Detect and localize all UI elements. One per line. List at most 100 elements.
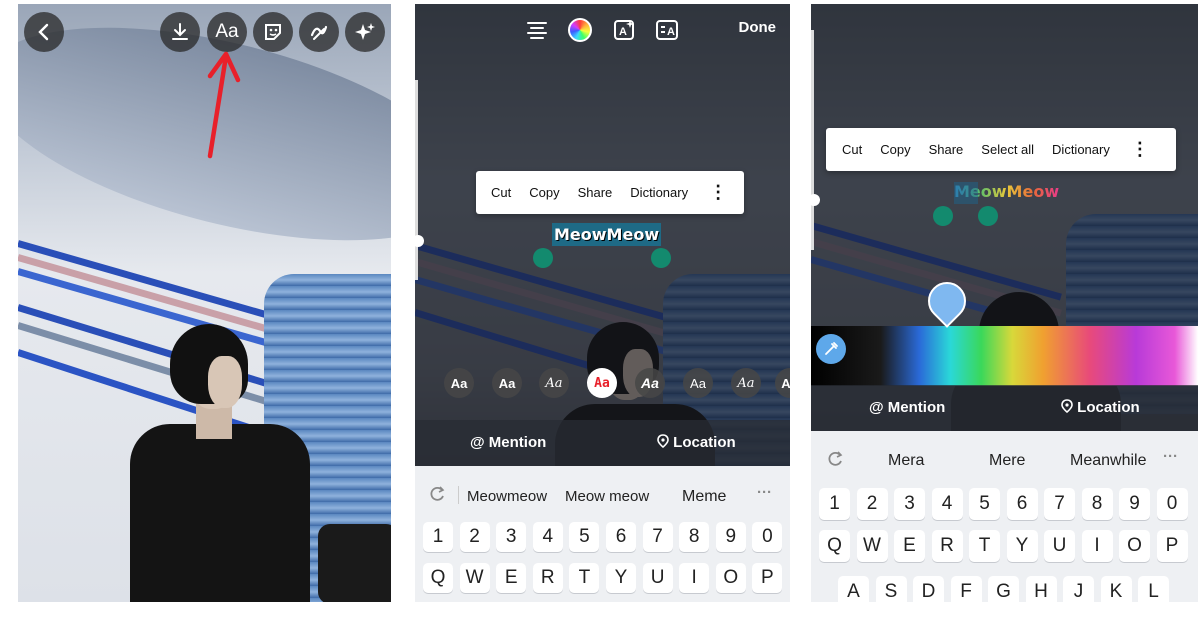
- keyboard-key[interactable]: 9: [1119, 488, 1150, 520]
- selection-handle-left[interactable]: [933, 206, 953, 226]
- keyboard-key[interactable]: U: [1044, 530, 1075, 562]
- selection-handle-right[interactable]: [651, 248, 671, 268]
- suggestion-item[interactable]: Meowmeow: [467, 488, 547, 505]
- dictionary-menu-item[interactable]: Dictionary: [1043, 142, 1119, 157]
- keyboard-key[interactable]: A: [838, 576, 869, 602]
- keyboard-key[interactable]: 7: [1044, 488, 1075, 520]
- keyboard-key[interactable]: F: [950, 576, 982, 602]
- keyboard-key[interactable]: D: [913, 576, 944, 602]
- color-wheel-icon[interactable]: [568, 18, 592, 42]
- color-gradient-slider[interactable]: [811, 326, 1198, 386]
- draw-button[interactable]: [299, 12, 339, 52]
- keyboard-key[interactable]: 3: [496, 522, 527, 552]
- keyboard-key[interactable]: P: [752, 563, 783, 593]
- keyboard-key[interactable]: T: [969, 530, 1000, 562]
- mention-button[interactable]: @ Mention: [869, 399, 945, 416]
- keyboard-key[interactable]: I: [679, 563, 710, 593]
- keyboard-key[interactable]: O: [1119, 530, 1150, 562]
- copy-menu-item[interactable]: Copy: [520, 185, 568, 200]
- eyedropper-button[interactable]: [816, 334, 846, 364]
- keyboard-key[interactable]: 4: [931, 488, 963, 520]
- keyboard-key[interactable]: U: [642, 563, 673, 593]
- keyboard-key[interactable]: 5: [969, 488, 1000, 520]
- text-size-slider[interactable]: [811, 30, 814, 250]
- share-menu-item[interactable]: Share: [569, 185, 622, 200]
- rotate-clipboard-icon[interactable]: [825, 449, 845, 469]
- keyboard-key[interactable]: Q: [423, 563, 453, 593]
- font-option[interactable]: Aa: [635, 368, 665, 398]
- sticker-button[interactable]: [253, 12, 293, 52]
- keyboard-key[interactable]: T: [569, 563, 600, 593]
- font-option[interactable]: Aa: [683, 368, 713, 398]
- keyboard-key[interactable]: Y: [1006, 530, 1038, 562]
- font-option[interactable]: Aa: [539, 368, 569, 398]
- copy-menu-item[interactable]: Copy: [871, 142, 919, 157]
- suggestion-item[interactable]: Meow meow: [565, 488, 649, 505]
- suggestion-item[interactable]: Meanwhile: [1070, 452, 1146, 470]
- keyboard-key[interactable]: S: [875, 576, 907, 602]
- keyboard-key[interactable]: G: [988, 576, 1019, 602]
- keyboard-key[interactable]: 1: [423, 522, 453, 552]
- font-option[interactable]: Aa: [444, 368, 474, 398]
- rotate-clipboard-icon[interactable]: [427, 484, 447, 504]
- keyboard-key[interactable]: O: [715, 563, 746, 593]
- text-animation-icon[interactable]: A: [655, 18, 679, 42]
- keyboard-key[interactable]: 6: [1006, 488, 1038, 520]
- keyboard-key[interactable]: K: [1100, 576, 1132, 602]
- keyboard-key[interactable]: 8: [1081, 488, 1113, 520]
- keyboard-key[interactable]: W: [856, 530, 888, 562]
- location-button[interactable]: Location: [657, 434, 736, 451]
- keyboard-key[interactable]: W: [459, 563, 490, 593]
- text-effect-icon[interactable]: A: [613, 18, 637, 42]
- font-option-selected[interactable]: Aa: [587, 368, 617, 398]
- keyboard-key[interactable]: 0: [1156, 488, 1188, 520]
- keyboard-key[interactable]: 2: [856, 488, 888, 520]
- keyboard-key[interactable]: H: [1025, 576, 1057, 602]
- suggestion-item[interactable]: Mere: [989, 452, 1025, 470]
- selection-handle-left[interactable]: [533, 248, 553, 268]
- keyboard-key[interactable]: 5: [569, 522, 600, 552]
- location-button[interactable]: Location: [1061, 399, 1140, 416]
- align-center-icon[interactable]: [525, 18, 549, 42]
- mention-button[interactable]: @ Mention: [470, 434, 546, 451]
- keyboard-key[interactable]: 4: [532, 522, 563, 552]
- text-size-slider[interactable]: [415, 80, 418, 280]
- keyboard-key[interactable]: 3: [894, 488, 925, 520]
- keyboard-key[interactable]: 1: [819, 488, 850, 520]
- keyboard-key[interactable]: L: [1138, 576, 1169, 602]
- more-options-icon[interactable]: ⋮: [1119, 139, 1161, 160]
- keyboard-key[interactable]: E: [496, 563, 527, 593]
- keyboard-key[interactable]: 9: [715, 522, 746, 552]
- text-tool-button[interactable]: Aa: [207, 12, 247, 52]
- keyboard-key[interactable]: 8: [679, 522, 710, 552]
- keyboard-key[interactable]: I: [1081, 530, 1113, 562]
- keyboard-key[interactable]: 0: [752, 522, 783, 552]
- cut-menu-item[interactable]: Cut: [826, 142, 871, 157]
- cut-menu-item[interactable]: Cut: [476, 185, 520, 200]
- keyboard-key[interactable]: R: [931, 530, 963, 562]
- keyboard-key[interactable]: J: [1063, 576, 1094, 602]
- font-option[interactable]: Aa: [731, 368, 761, 398]
- more-options-icon[interactable]: ⋮: [697, 182, 739, 203]
- suggestion-item[interactable]: Mera: [888, 452, 924, 470]
- done-button[interactable]: Done: [739, 19, 777, 36]
- more-suggestions-icon[interactable]: ···: [757, 484, 772, 501]
- download-button[interactable]: [160, 12, 200, 52]
- keyboard-key[interactable]: E: [894, 530, 925, 562]
- suggestion-item[interactable]: Meme: [682, 488, 726, 506]
- share-menu-item[interactable]: Share: [920, 142, 973, 157]
- dictionary-menu-item[interactable]: Dictionary: [621, 185, 697, 200]
- keyboard-key[interactable]: R: [532, 563, 563, 593]
- keyboard-key[interactable]: 2: [459, 522, 490, 552]
- select-all-menu-item[interactable]: Select all: [972, 142, 1043, 157]
- more-suggestions-icon[interactable]: ···: [1163, 448, 1178, 465]
- keyboard-key[interactable]: Q: [819, 530, 850, 562]
- keyboard-key[interactable]: Y: [606, 563, 636, 593]
- effects-button[interactable]: [345, 12, 385, 52]
- back-button[interactable]: [24, 12, 64, 52]
- selected-text[interactable]: MeowMeow: [552, 223, 662, 246]
- selection-handle-right[interactable]: [978, 206, 998, 226]
- keyboard-key[interactable]: P: [1156, 530, 1188, 562]
- keyboard-key[interactable]: 7: [642, 522, 673, 552]
- font-option[interactable]: Aa: [492, 368, 522, 398]
